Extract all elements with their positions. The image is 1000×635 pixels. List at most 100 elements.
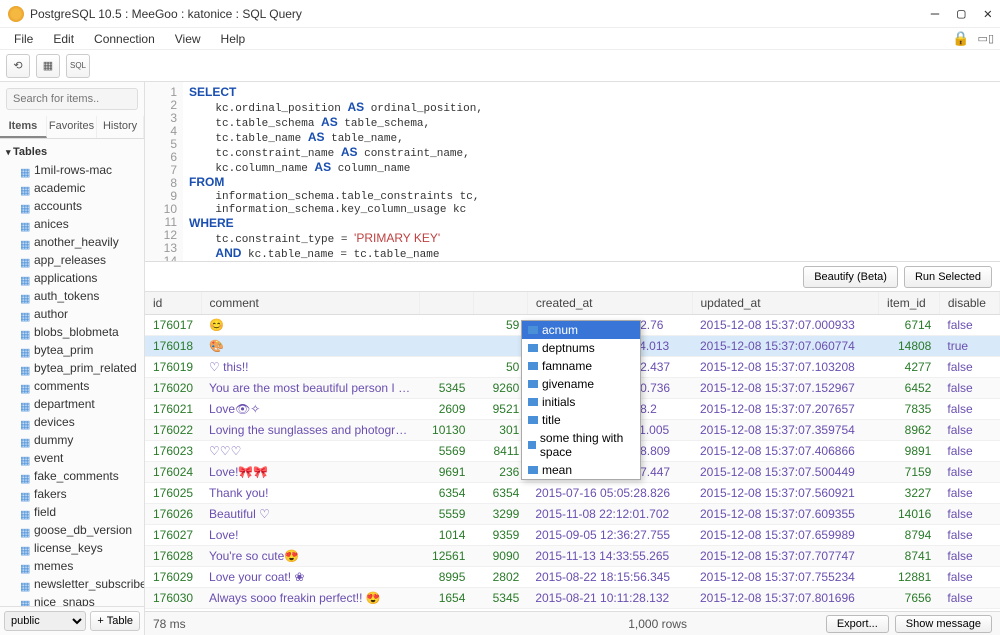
- minimize-button[interactable]: —: [931, 6, 939, 22]
- column-header[interactable]: id: [145, 292, 201, 315]
- cell[interactable]: false: [939, 357, 999, 378]
- cell[interactable]: 176022: [145, 420, 201, 441]
- cell[interactable]: 8962: [879, 420, 940, 441]
- table-1mil-rows-mac[interactable]: 1mil-rows-mac: [0, 161, 144, 179]
- cell[interactable]: 6452: [879, 378, 940, 399]
- tab-items[interactable]: Items: [0, 116, 47, 138]
- tab-history[interactable]: History: [97, 116, 144, 138]
- cell[interactable]: 5559: [419, 504, 473, 525]
- table-event[interactable]: event: [0, 449, 144, 467]
- tab-favorites[interactable]: Favorites: [47, 116, 97, 138]
- cell[interactable]: false: [939, 378, 999, 399]
- column-header[interactable]: disable: [939, 292, 999, 315]
- cell[interactable]: Love!: [201, 525, 419, 546]
- cell[interactable]: ♡♡♡: [201, 441, 419, 462]
- cell[interactable]: 176026: [145, 504, 201, 525]
- cell[interactable]: 3227: [879, 483, 940, 504]
- table-blobs_blobmeta[interactable]: blobs_blobmeta: [0, 323, 144, 341]
- table-row[interactable]: 176026Beautiful ♡555932992015-11-08 22:1…: [145, 504, 1000, 525]
- cell[interactable]: 301: [473, 420, 527, 441]
- table-row[interactable]: 176030Always sooo freakin perfect!! 😍165…: [145, 588, 1000, 609]
- tree-header-tables[interactable]: Tables: [0, 143, 144, 161]
- cell[interactable]: 2015-11-08 22:12:01.702: [527, 504, 692, 525]
- cell[interactable]: You're so cute😍: [201, 546, 419, 567]
- cell[interactable]: 2015-12-08 15:37:07.659989: [692, 525, 879, 546]
- cell[interactable]: 14016: [879, 504, 940, 525]
- cell[interactable]: 2015-09-05 12:36:27.755: [527, 525, 692, 546]
- cell[interactable]: 2015-12-08 15:37:07.000933: [692, 315, 879, 336]
- maximize-button[interactable]: ▢: [957, 6, 965, 22]
- cell[interactable]: false: [939, 315, 999, 336]
- cell[interactable]: true: [939, 336, 999, 357]
- cell[interactable]: 2015-10-05 13:40:01.065: [527, 609, 692, 612]
- cell[interactable]: 176019: [145, 357, 201, 378]
- autocomplete-popup[interactable]: acnumdeptnumsfamnamegivenameinitialstitl…: [521, 320, 641, 480]
- autocomplete-item[interactable]: famname: [522, 357, 640, 375]
- cell[interactable]: 6354: [419, 483, 473, 504]
- table-bytea_prim_related[interactable]: bytea_prim_related: [0, 359, 144, 377]
- column-header[interactable]: updated_at: [692, 292, 879, 315]
- sql-editor[interactable]: 123456789101112131415161718 SELECT kc.or…: [145, 82, 1000, 262]
- cell[interactable]: false: [939, 609, 999, 612]
- cell[interactable]: 59: [473, 315, 527, 336]
- cell[interactable]: ♡ this!!: [201, 357, 419, 378]
- autocomplete-item[interactable]: acnum: [522, 321, 640, 339]
- autocomplete-item[interactable]: some thing with space: [522, 429, 640, 461]
- cell[interactable]: 2015-08-21 10:11:28.132: [527, 588, 692, 609]
- table-field[interactable]: field: [0, 503, 144, 521]
- cell[interactable]: You are the most beautiful person I have…: [201, 378, 419, 399]
- cell[interactable]: 😊: [201, 315, 419, 336]
- cell[interactable]: 2015-11-13 14:33:55.265: [527, 546, 692, 567]
- menu-edit[interactable]: Edit: [45, 30, 82, 48]
- search-input[interactable]: [6, 88, 138, 110]
- column-header[interactable]: item_id: [879, 292, 940, 315]
- cell[interactable]: 9359: [473, 525, 527, 546]
- cell[interactable]: 2015-12-08 15:37:07.560921: [692, 483, 879, 504]
- cell[interactable]: 2015-12-08 15:37:07.609355: [692, 504, 879, 525]
- cell[interactable]: 9521: [473, 399, 527, 420]
- menu-view[interactable]: View: [167, 30, 209, 48]
- cell[interactable]: Beautiful ♡: [201, 504, 419, 525]
- cell[interactable]: 176027: [145, 525, 201, 546]
- menu-help[interactable]: Help: [213, 30, 254, 48]
- cell[interactable]: 1442: [473, 609, 527, 612]
- cell[interactable]: 6354: [473, 483, 527, 504]
- cell[interactable]: 2015-12-08 15:37:07.060774: [692, 336, 879, 357]
- cell[interactable]: 8995: [419, 567, 473, 588]
- cell[interactable]: 2015-12-08 15:37:07.855451: [692, 609, 879, 612]
- cell[interactable]: 2015-07-16 05:05:28.826: [527, 483, 692, 504]
- column-header[interactable]: [473, 292, 527, 315]
- cell[interactable]: false: [939, 441, 999, 462]
- cell[interactable]: 2015-12-08 15:37:07.207657: [692, 399, 879, 420]
- cell[interactable]: 2015-12-08 15:37:07.801696: [692, 588, 879, 609]
- table-auth_tokens[interactable]: auth_tokens: [0, 287, 144, 305]
- cell[interactable]: 12561: [419, 546, 473, 567]
- cell[interactable]: 5345: [419, 378, 473, 399]
- cell[interactable]: 4277: [879, 357, 940, 378]
- cell[interactable]: 176024: [145, 462, 201, 483]
- cell[interactable]: 5569: [419, 441, 473, 462]
- cell[interactable]: 176030: [145, 588, 201, 609]
- cell[interactable]: false: [939, 420, 999, 441]
- code-area[interactable]: SELECT kc.ordinal_position AS ordinal_po…: [183, 82, 1000, 261]
- cell[interactable]: 1654: [419, 588, 473, 609]
- cell[interactable]: Love🎀: [201, 609, 419, 612]
- cell[interactable]: false: [939, 588, 999, 609]
- table-nice_snaps[interactable]: nice_snaps: [0, 593, 144, 606]
- table-row[interactable]: 176028You're so cute😍1256190902015-11-13…: [145, 546, 1000, 567]
- autocomplete-item[interactable]: deptnums: [522, 339, 640, 357]
- refresh-button[interactable]: ⟲: [6, 54, 30, 78]
- table-goose_db_version[interactable]: goose_db_version: [0, 521, 144, 539]
- autocomplete-item[interactable]: title: [522, 411, 640, 429]
- cell[interactable]: 176020: [145, 378, 201, 399]
- table-comments[interactable]: comments: [0, 377, 144, 395]
- table-row[interactable]: 176029Love your coat! ❀899528022015-08-2…: [145, 567, 1000, 588]
- cell[interactable]: 176017: [145, 315, 201, 336]
- cell[interactable]: 11210: [879, 609, 940, 612]
- cell[interactable]: false: [939, 525, 999, 546]
- cell[interactable]: 9691: [419, 462, 473, 483]
- table-newsletter_subscribers[interactable]: newsletter_subscribers: [0, 575, 144, 593]
- table-dummy[interactable]: dummy: [0, 431, 144, 449]
- cell[interactable]: Always sooo freakin perfect!! 😍: [201, 588, 419, 609]
- column-header[interactable]: comment: [201, 292, 419, 315]
